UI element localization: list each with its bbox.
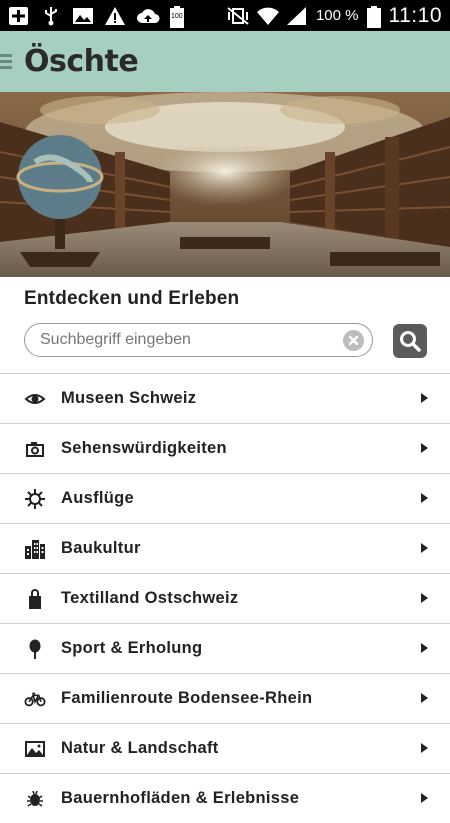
chevron-right-icon xyxy=(421,493,428,503)
list-item-label: Natur & Landschaft xyxy=(61,739,219,757)
buildings-icon xyxy=(24,538,46,560)
list-item-label: Museen Schweiz xyxy=(61,389,197,407)
search-icon xyxy=(400,331,421,352)
add-box-icon xyxy=(8,6,30,26)
menu-icon[interactable] xyxy=(0,51,14,72)
list-item-ausfluege[interactable]: Ausflüge xyxy=(0,473,450,523)
status-bar: 100 100 % 11:10 xyxy=(0,0,450,31)
app-logo: Öschte xyxy=(24,44,139,79)
list-item-label: Familienroute Bodensee-Rhein xyxy=(61,689,313,707)
list-item-bauernhoflaeden-erlebnisse[interactable]: Bauernhofläden & Erlebnisse xyxy=(0,773,450,823)
chevron-right-icon xyxy=(421,743,428,753)
chevron-right-icon xyxy=(421,443,428,453)
list-item-label: Sport & Erholung xyxy=(61,639,203,657)
wifi-icon xyxy=(256,6,279,26)
list-item-label: Ausflüge xyxy=(61,489,134,507)
list-item-sport-erholung[interactable]: Sport & Erholung xyxy=(0,623,450,673)
compass-icon xyxy=(24,488,46,510)
camera-icon xyxy=(24,438,46,460)
chevron-right-icon xyxy=(421,693,428,703)
cloud-upload-icon xyxy=(136,6,160,26)
bag-icon xyxy=(24,588,46,610)
signal-icon xyxy=(286,6,308,26)
chevron-right-icon xyxy=(421,643,428,653)
battery-icon xyxy=(366,5,381,28)
chevron-right-icon xyxy=(421,393,428,403)
image-icon xyxy=(72,6,94,26)
list-item-natur-landschaft[interactable]: Natur & Landschaft xyxy=(0,723,450,773)
battery-full-notification-icon: 100 xyxy=(168,5,190,28)
search-button[interactable] xyxy=(393,324,427,358)
list-item-label: Sehenswürdigkeiten xyxy=(61,439,227,457)
chevron-right-icon xyxy=(421,793,428,803)
list-item-textilland-ostschweiz[interactable]: Textilland Ostschweiz xyxy=(0,573,450,623)
section-title: Entdecken und Erleben xyxy=(24,288,240,309)
tree-icon xyxy=(24,638,46,660)
landscape-icon xyxy=(24,738,46,760)
chevron-right-icon xyxy=(421,593,428,603)
usb-icon xyxy=(40,6,62,26)
vibrate-off-icon xyxy=(226,6,249,26)
list-item-label: Bauernhofläden & Erlebnisse xyxy=(61,789,300,807)
list-item-label: Textilland Ostschweiz xyxy=(61,589,239,607)
app-bar: Öschte xyxy=(0,31,450,92)
search-input[interactable] xyxy=(38,330,332,350)
battery-badge-text: 100 xyxy=(171,12,183,20)
chevron-right-icon xyxy=(421,543,428,553)
list-item-baukultur[interactable]: Baukultur xyxy=(0,523,450,573)
battery-percent: 100 % xyxy=(315,7,359,24)
eye-icon xyxy=(24,388,46,410)
clock: 11:10 xyxy=(388,3,442,27)
hero-image xyxy=(0,92,450,277)
list-item-familienroute-bodensee-rhein[interactable]: Familienroute Bodensee-Rhein xyxy=(0,673,450,723)
bug-icon xyxy=(24,788,46,810)
close-icon xyxy=(348,335,359,346)
list-item-label: Baukultur xyxy=(61,539,141,557)
category-list: Museen Schweiz Sehenswürdigkeiten Ausflü… xyxy=(0,373,450,823)
list-item-sehenswuerdigkeiten[interactable]: Sehenswürdigkeiten xyxy=(0,423,450,473)
warning-icon xyxy=(104,6,126,26)
list-item-museen-schweiz[interactable]: Museen Schweiz xyxy=(0,373,450,423)
bicycle-icon xyxy=(24,688,46,710)
search-bar xyxy=(24,323,373,357)
clear-search-button[interactable] xyxy=(343,330,364,351)
